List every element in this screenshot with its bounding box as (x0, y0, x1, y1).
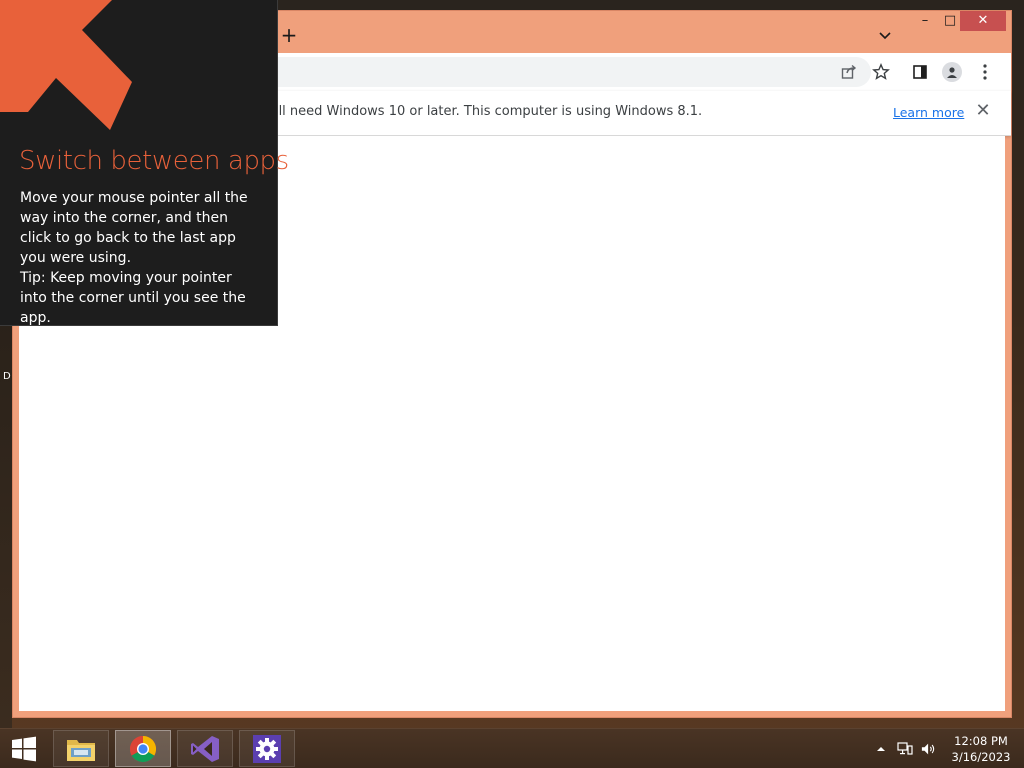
corner-arrow-icon (0, 0, 132, 130)
share-icon[interactable] (838, 61, 860, 83)
desktop-icon-label[interactable]: D (3, 371, 11, 382)
taskbar-visual-studio[interactable] (177, 730, 233, 767)
chevron-up-icon (877, 747, 885, 751)
profile-button[interactable] (941, 61, 963, 83)
taskbar: 12:08 PM 3/16/2023 (0, 728, 1024, 768)
clock-time: 12:08 PM (954, 734, 1008, 748)
tip-hint: Tip: Keep moving your pointer into the c… (20, 270, 246, 326)
bookmark-star-icon[interactable] (870, 61, 892, 83)
windows-logo-icon (12, 736, 36, 762)
close-window-button[interactable]: ✕ (960, 11, 1006, 31)
taskbar-chrome[interactable] (115, 730, 171, 767)
folder-icon (67, 739, 95, 761)
tip-title: Switch between apps (19, 146, 289, 176)
new-tab-button[interactable]: + (279, 25, 299, 45)
menu-icon[interactable] (974, 61, 996, 83)
profile-icon (942, 62, 962, 82)
tip-instruction: Move your mouse pointer all the way into… (20, 190, 248, 266)
volume-icon[interactable] (921, 741, 937, 757)
chrome-icon (129, 735, 157, 762)
infobar-close-icon[interactable]: ✕ (973, 101, 993, 121)
infobar-message: 'll need Windows 10 or later. This compu… (275, 104, 703, 119)
network-icon[interactable] (897, 741, 913, 757)
tip-body: Move your mouse pointer all the way into… (20, 188, 260, 328)
switch-apps-tip: Switch between apps Move your mouse poin… (0, 0, 289, 328)
taskbar-settings[interactable] (239, 730, 295, 767)
show-hidden-icons-button[interactable] (873, 741, 889, 757)
gear-icon (253, 734, 281, 763)
tab-search-button[interactable] (875, 25, 895, 45)
side-panel-icon[interactable] (909, 61, 931, 83)
start-button[interactable] (0, 729, 48, 768)
chevron-down-icon (879, 32, 891, 40)
learn-more-link[interactable]: Learn more (893, 105, 964, 120)
clock-date: 3/16/2023 (951, 750, 1011, 764)
visual-studio-icon (191, 735, 219, 762)
taskbar-file-explorer[interactable] (53, 730, 109, 767)
taskbar-clock[interactable]: 12:08 PM 3/16/2023 (948, 733, 1014, 765)
